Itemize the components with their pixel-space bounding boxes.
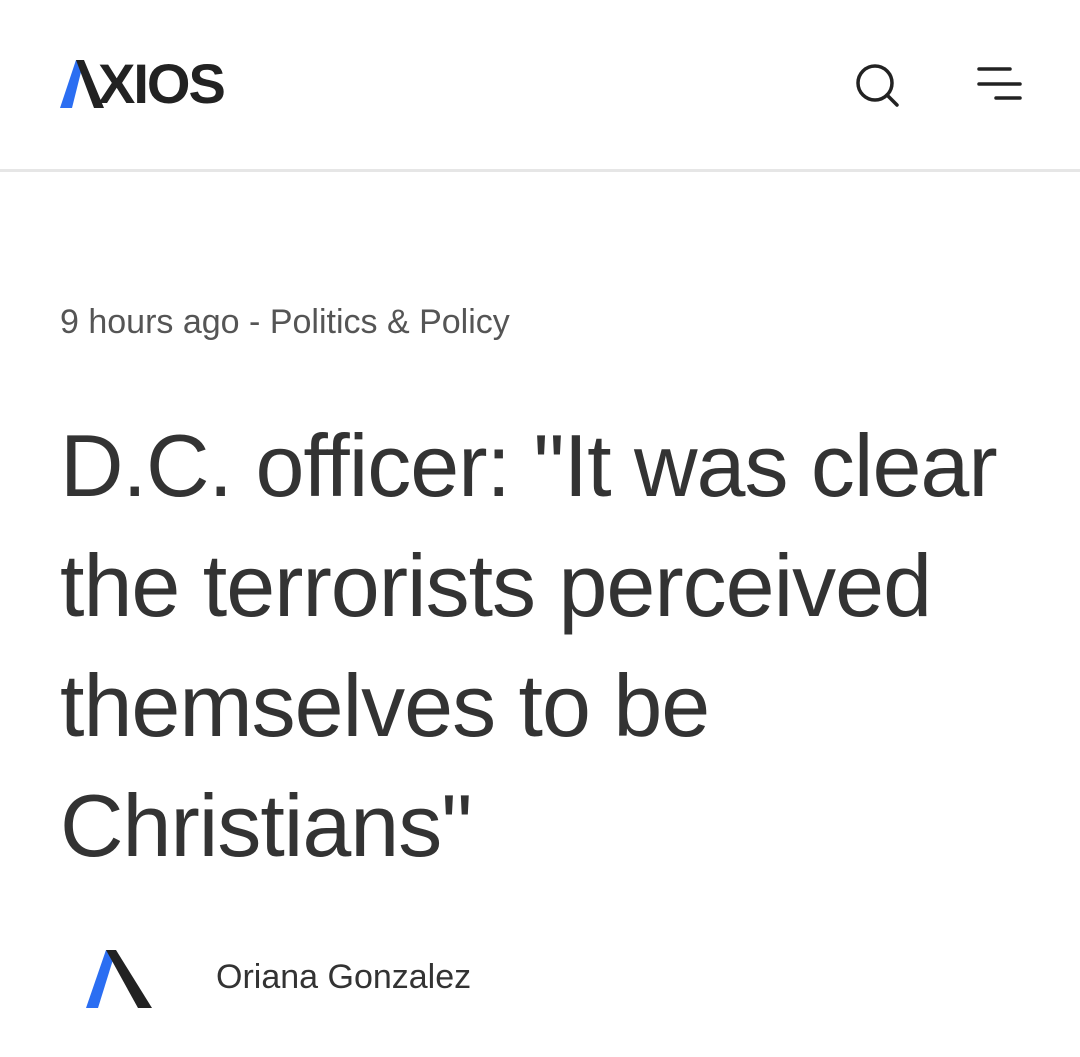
category-link[interactable]: Politics & Policy bbox=[270, 303, 510, 341]
menu-button[interactable] bbox=[974, 60, 1024, 110]
timestamp: 9 hours ago bbox=[60, 303, 240, 341]
site-header: XIOS bbox=[0, 0, 1080, 172]
logo-wordmark: XIOS bbox=[98, 52, 226, 115]
meta-separator: - bbox=[239, 303, 270, 341]
search-button[interactable] bbox=[852, 60, 902, 110]
axios-avatar-icon[interactable] bbox=[86, 946, 152, 1008]
search-icon bbox=[856, 64, 899, 107]
headline: D.C. officer: "It was clear the terroris… bbox=[60, 416, 998, 875]
article-meta: 9 hours ago - Politics & Policy bbox=[60, 300, 510, 344]
axios-logo[interactable]: XIOS bbox=[60, 52, 226, 115]
author-name-link[interactable]: Oriana Gonzalez bbox=[216, 958, 471, 997]
menu-icon bbox=[977, 67, 1022, 100]
byline: Oriana Gonzalez bbox=[86, 944, 471, 1010]
